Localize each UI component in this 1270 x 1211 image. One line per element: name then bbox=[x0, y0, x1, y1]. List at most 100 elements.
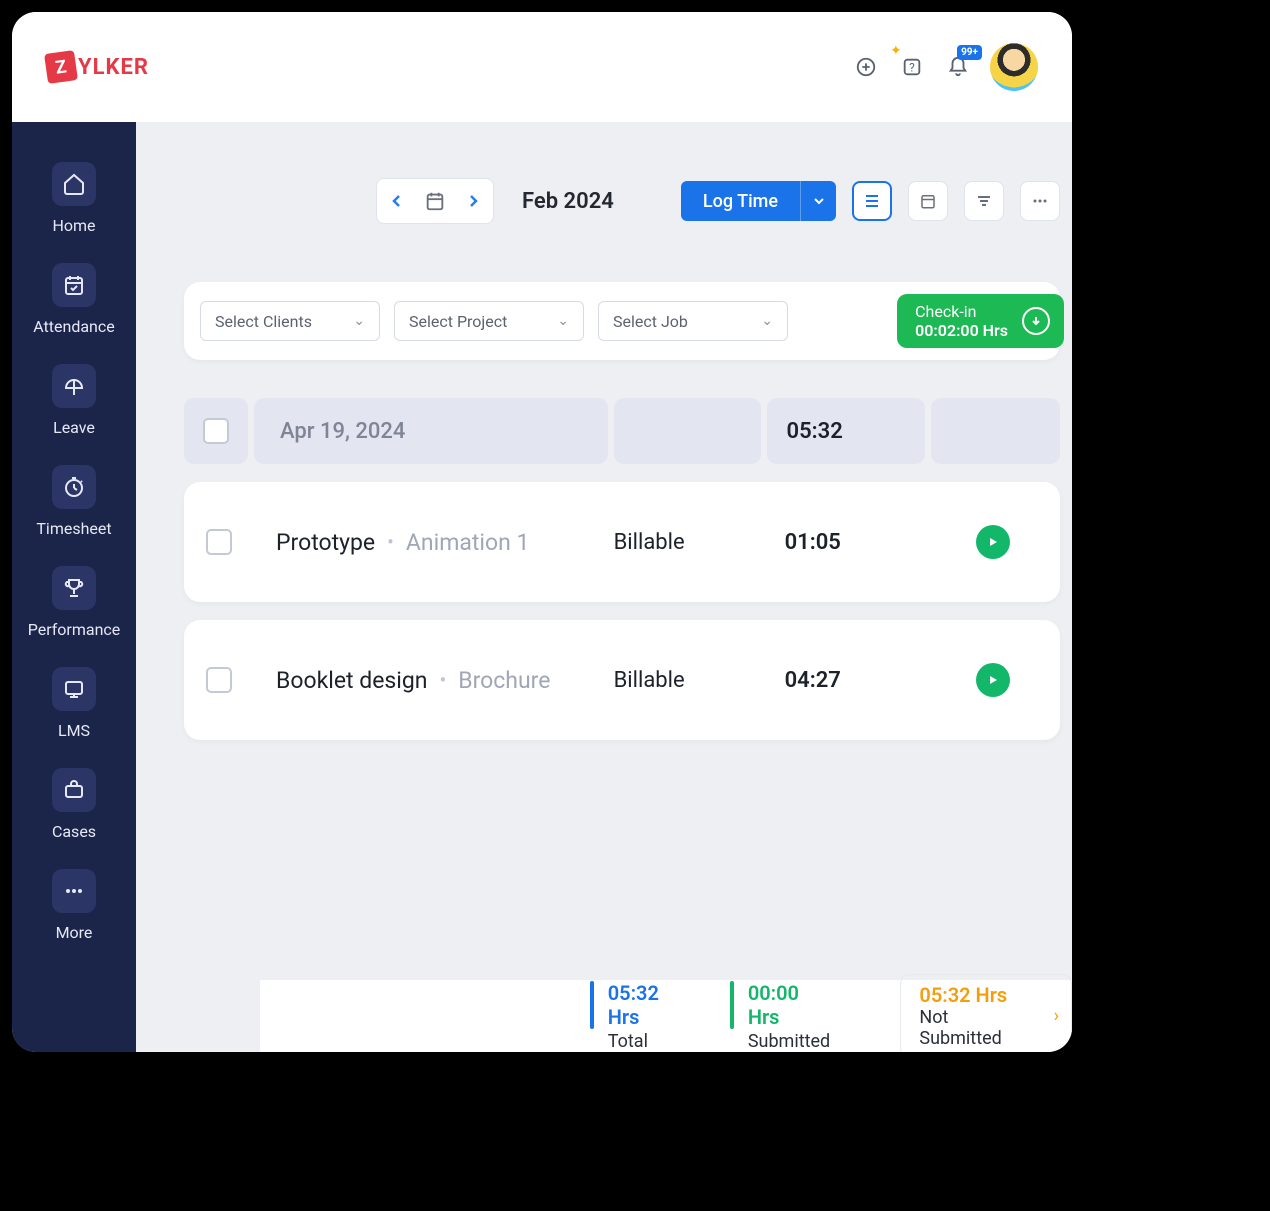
main-content: Feb 2024 Log Time bbox=[136, 122, 1072, 1052]
select-label: Select Job bbox=[613, 312, 688, 331]
row-project: Booklet design bbox=[276, 667, 428, 694]
notifications-icon[interactable]: 99+ bbox=[944, 53, 972, 81]
svg-text:?: ? bbox=[909, 61, 915, 75]
row-title: Prototype • Animation 1 bbox=[254, 529, 614, 556]
checkin-time: 00:02:00 Hrs bbox=[915, 321, 1008, 340]
notification-badge: 99+ bbox=[957, 45, 982, 60]
row-time: 04:27 bbox=[765, 668, 927, 693]
row-title: Booklet design • Brochure bbox=[254, 667, 614, 694]
filter-button[interactable] bbox=[964, 181, 1004, 221]
sidebar-item-attendance[interactable]: Attendance bbox=[33, 263, 115, 336]
checkin-pill[interactable]: Check-in 00:02:00 Hrs bbox=[897, 294, 1064, 348]
sidebar-item-label: More bbox=[56, 923, 93, 942]
row-checkbox[interactable] bbox=[206, 667, 232, 693]
add-icon[interactable] bbox=[852, 53, 880, 81]
checkin-title: Check-in bbox=[915, 302, 1008, 321]
log-time-group: Log Time bbox=[681, 181, 836, 221]
header-end-cell bbox=[931, 398, 1060, 464]
topbar: Z YLKER ✦ ? 99+ bbox=[12, 12, 1072, 122]
help-icon[interactable]: ✦ ? bbox=[898, 53, 926, 81]
stat-submitted: 00:00 Hrs Submitted bbox=[730, 981, 830, 1052]
sidebar-item-performance[interactable]: Performance bbox=[28, 566, 121, 639]
stat-bar bbox=[590, 981, 594, 1029]
select-project[interactable]: Select Project ⌄ bbox=[394, 301, 584, 341]
row-billable: Billable bbox=[614, 530, 765, 555]
app-window: Z YLKER ✦ ? 99+ Home bbox=[12, 12, 1072, 1052]
calendar-view-button[interactable] bbox=[908, 181, 948, 221]
top-actions: ✦ ? 99+ bbox=[852, 43, 1038, 91]
list-view-button[interactable] bbox=[852, 181, 892, 221]
sidebar-item-timesheet[interactable]: Timesheet bbox=[36, 465, 111, 538]
dot-separator: • bbox=[387, 530, 394, 554]
chevron-down-icon: ⌄ bbox=[557, 313, 569, 329]
attendance-icon bbox=[52, 263, 96, 307]
play-button[interactable] bbox=[976, 525, 1010, 559]
more-icon bbox=[52, 869, 96, 913]
stat-total: 05:32 Hrs Total bbox=[590, 981, 690, 1052]
header-total-cell: 05:32 bbox=[767, 398, 925, 464]
toolbar: Feb 2024 Log Time bbox=[136, 122, 1072, 224]
chevron-right-icon: › bbox=[1054, 1006, 1059, 1027]
timesheet-icon bbox=[52, 465, 96, 509]
header-blank-cell bbox=[614, 398, 761, 464]
dot-separator: • bbox=[440, 668, 447, 692]
header-date: Apr 19, 2024 bbox=[280, 419, 405, 444]
timesheet-row: Booklet design • Brochure Billable 04:27 bbox=[184, 620, 1060, 740]
calendar-icon[interactable] bbox=[417, 190, 453, 212]
more-options-button[interactable] bbox=[1020, 181, 1060, 221]
row-task: Brochure bbox=[458, 667, 550, 694]
brand-badge: Z bbox=[44, 50, 78, 84]
stat-submitted-value: 00:00 Hrs bbox=[748, 981, 831, 1029]
brand-logo: Z YLKER bbox=[46, 52, 149, 82]
select-label: Select Clients bbox=[215, 312, 312, 331]
sidebar-item-home[interactable]: Home bbox=[52, 162, 96, 235]
prev-month-button[interactable] bbox=[377, 194, 417, 208]
row-billable: Billable bbox=[614, 668, 765, 693]
stat-total-value: 05:32 Hrs bbox=[608, 981, 690, 1029]
log-time-dropdown[interactable] bbox=[800, 181, 836, 221]
cases-icon bbox=[52, 768, 96, 812]
next-month-button[interactable] bbox=[453, 194, 493, 208]
play-button[interactable] bbox=[976, 663, 1010, 697]
sidebar-item-label: Attendance bbox=[33, 317, 115, 336]
stat-total-label: Total bbox=[608, 1031, 690, 1052]
sidebar-item-label: Timesheet bbox=[36, 519, 111, 538]
stat-not-submitted[interactable]: 05:32 Hrs Not Submitted › bbox=[900, 974, 1072, 1052]
row-project: Prototype bbox=[276, 529, 375, 556]
sidebar: Home Attendance Leave Timesheet bbox=[12, 122, 136, 1052]
sidebar-item-label: LMS bbox=[58, 721, 90, 740]
sidebar-item-leave[interactable]: Leave bbox=[52, 364, 96, 437]
checkin-download-icon bbox=[1022, 307, 1050, 335]
sidebar-item-label: Cases bbox=[52, 822, 96, 841]
stat-submitted-label: Submitted bbox=[748, 1031, 831, 1052]
sidebar-item-label: Performance bbox=[28, 620, 121, 639]
log-time-button[interactable]: Log Time bbox=[681, 181, 800, 221]
stat-not-submitted-label: Not Submitted bbox=[919, 1007, 1029, 1049]
row-checkbox[interactable] bbox=[206, 529, 232, 555]
select-label: Select Project bbox=[409, 312, 507, 331]
select-clients[interactable]: Select Clients ⌄ bbox=[200, 301, 380, 341]
lms-icon bbox=[52, 667, 96, 711]
avatar[interactable] bbox=[990, 43, 1038, 91]
sidebar-item-label: Leave bbox=[53, 418, 95, 437]
select-job[interactable]: Select Job ⌄ bbox=[598, 301, 788, 341]
timesheet-list: Apr 19, 2024 05:32 Prototype • Animation… bbox=[184, 398, 1060, 740]
filter-card: Select Clients ⌄ Select Project ⌄ Select… bbox=[184, 282, 1060, 360]
select-all-checkbox[interactable] bbox=[203, 418, 229, 444]
row-time: 01:05 bbox=[765, 530, 927, 555]
list-header: Apr 19, 2024 05:32 bbox=[184, 398, 1060, 464]
sidebar-item-more[interactable]: More bbox=[52, 869, 96, 942]
header-date-cell: Apr 19, 2024 bbox=[254, 398, 608, 464]
stat-bar bbox=[730, 981, 734, 1029]
chevron-down-icon: ⌄ bbox=[761, 313, 773, 329]
home-icon bbox=[52, 162, 96, 206]
leave-icon bbox=[52, 364, 96, 408]
month-label: Feb 2024 bbox=[522, 189, 614, 214]
sidebar-item-cases[interactable]: Cases bbox=[52, 768, 96, 841]
chevron-down-icon: ⌄ bbox=[353, 313, 365, 329]
brand-name: YLKER bbox=[78, 55, 149, 80]
header-date-total: 05:32 bbox=[787, 419, 843, 444]
footer-summary: 05:32 Hrs Total 00:00 Hrs Submitted 05:3… bbox=[260, 980, 1072, 1052]
app-body: Home Attendance Leave Timesheet bbox=[12, 122, 1072, 1052]
sidebar-item-lms[interactable]: LMS bbox=[52, 667, 96, 740]
